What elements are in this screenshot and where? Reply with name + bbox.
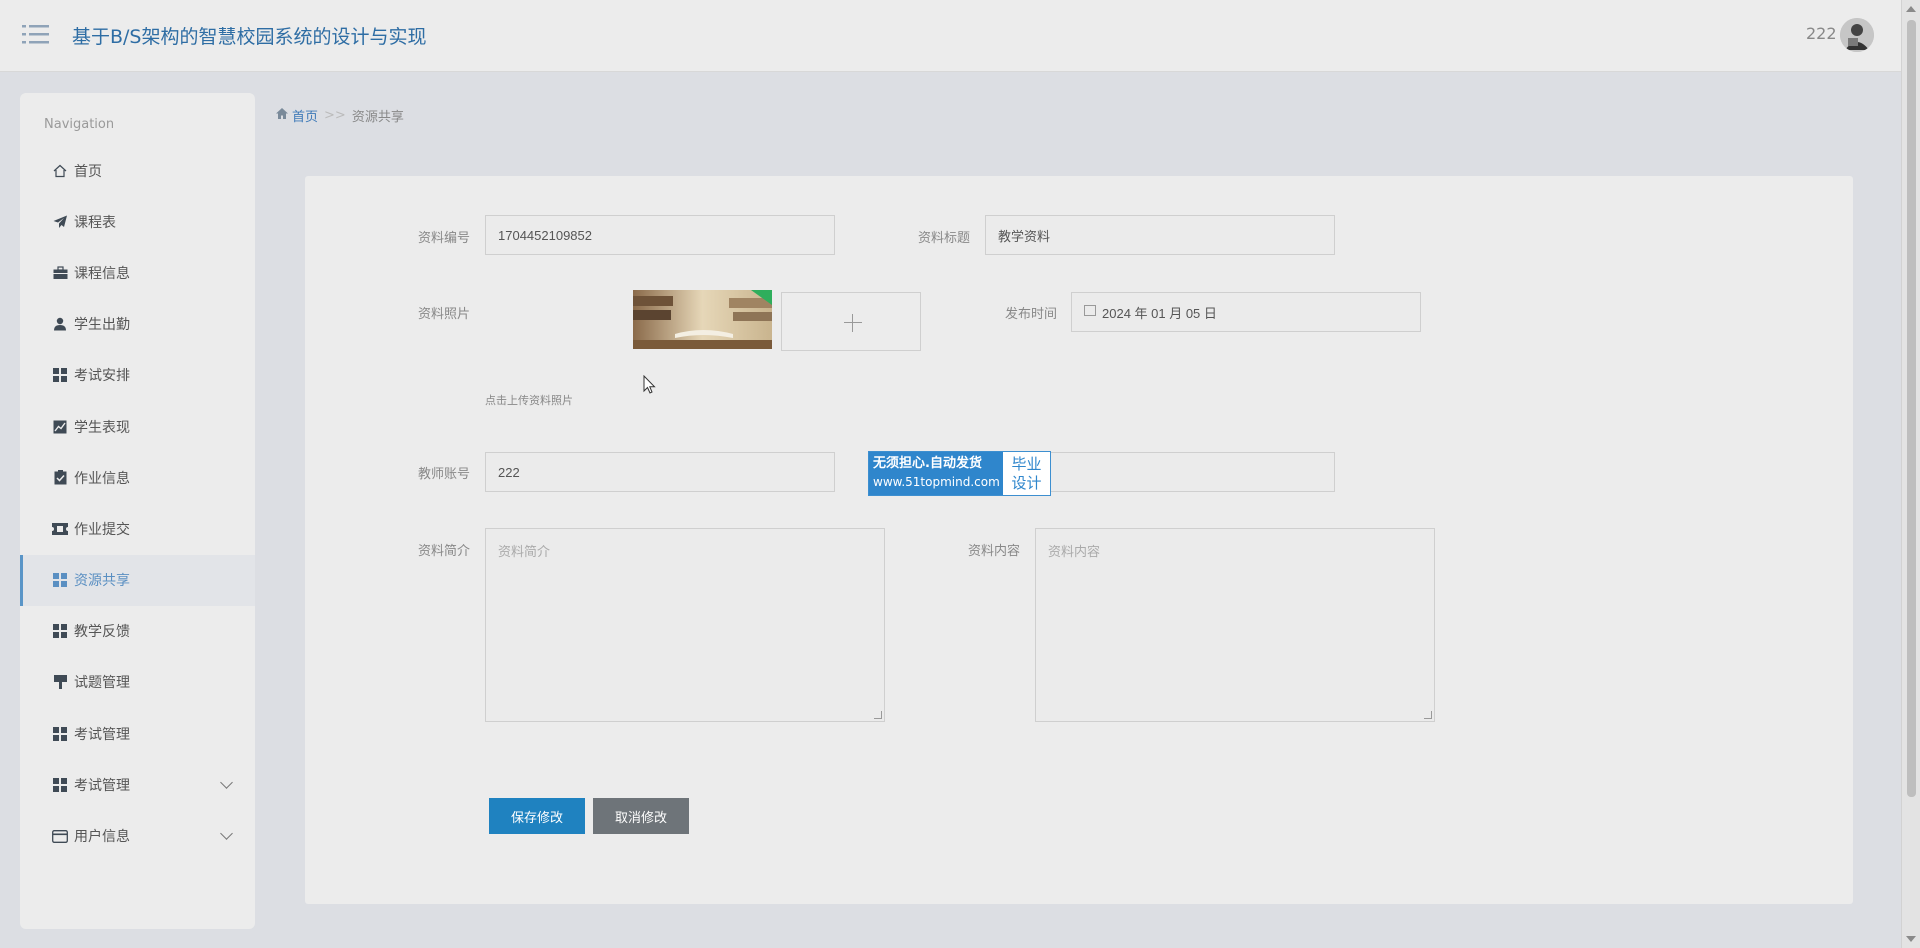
save-button[interactable]: 保存修改 [489, 798, 585, 834]
app-title: 基于B/S架构的智慧校园系统的设计与实现 [72, 26, 427, 48]
breadcrumb-current: 资源共享 [351, 110, 404, 125]
resize-handle-icon[interactable] [874, 711, 882, 719]
grid-icon [52, 777, 68, 793]
breadcrumb: 首页 >> 资源共享 [276, 106, 404, 125]
podium-icon [52, 674, 68, 690]
nav-section-label: Navigation [44, 117, 115, 132]
sidebar-item-teaching-feedback[interactable]: 教学反馈 [20, 606, 255, 657]
sidebar-item-homework-submit[interactable]: 作业提交 [20, 503, 255, 554]
home-icon [52, 163, 68, 179]
publish-time-input[interactable]: 2024 年 01 月 05 日 [1071, 292, 1421, 332]
grid-icon [52, 726, 68, 742]
avatar[interactable] [1840, 18, 1874, 52]
publish-time-label: 发布时间 [1005, 307, 1058, 322]
top-header: 基于B/S架构的智慧校园系统的设计与实现 222 [0, 0, 1901, 72]
sidebar-item-label: 用户信息 [74, 829, 130, 846]
code-input[interactable]: 1704452109852 [485, 215, 835, 255]
ticket-icon [52, 521, 68, 537]
sidebar-item-exam-schedule[interactable]: 考试安排 [20, 350, 255, 401]
sidebar-item-label: 学生出勤 [74, 317, 130, 334]
sidebar-item-label: 课程信息 [74, 265, 130, 282]
home-icon [276, 108, 288, 123]
nav-list: 首页 课程表 课程信息 学生出勤 考试安排 学生表现 作业信息 作业提交 资源共… [20, 145, 255, 862]
sidebar-item-user-info[interactable]: 用户信息 [20, 810, 255, 861]
sidebar-item-performance[interactable]: 学生表现 [20, 401, 255, 452]
photo-upload-button[interactable] [781, 292, 921, 351]
sidebar-item-exam-management-group[interactable]: 考试管理 [20, 759, 255, 810]
resize-handle-icon[interactable] [1424, 711, 1432, 719]
resource-photo-thumbnail[interactable] [633, 290, 772, 349]
card-icon [52, 828, 68, 844]
sidebar-item-label: 考试安排 [74, 368, 130, 385]
watermark-badge: 无须担心.自动发货 www.51topmind.com 毕业设计 [868, 451, 1051, 496]
paper-plane-icon [52, 214, 68, 230]
sidebar-item-homework-info[interactable]: 作业信息 [20, 452, 255, 503]
sidebar-item-label: 教学反馈 [74, 624, 130, 641]
intro-label: 资料简介 [418, 544, 471, 559]
intro-textarea[interactable]: 资料简介 [485, 528, 885, 722]
sidebar-item-label: 考试管理 [74, 777, 130, 794]
breadcrumb-separator: >> [324, 108, 346, 123]
sidebar: Navigation 首页 课程表 课程信息 学生出勤 考试安排 学生表现 作业… [20, 93, 255, 929]
breadcrumb-home-link[interactable]: 首页 [292, 106, 318, 125]
watermark-url: www.51topmind.com [873, 475, 1000, 489]
sidebar-item-label: 作业提交 [74, 521, 130, 538]
sidebar-item-attendance[interactable]: 学生出勤 [20, 299, 255, 350]
sidebar-item-home[interactable]: 首页 [20, 145, 255, 196]
sidebar-item-resource-share[interactable]: 资源共享 [20, 554, 255, 606]
user-name[interactable]: 222 [1806, 24, 1837, 43]
sidebar-item-label: 课程表 [74, 214, 116, 231]
clipboard-check-icon [52, 470, 68, 486]
chevron-down-icon[interactable] [220, 827, 233, 841]
plus-icon [844, 322, 862, 323]
scroll-thumb[interactable] [1907, 20, 1916, 797]
teacher-account-input[interactable]: 222 [485, 452, 835, 492]
mouse-cursor-icon [643, 374, 657, 399]
title-input[interactable]: 教学资料 [985, 215, 1335, 255]
photo-label: 资料照片 [418, 307, 471, 322]
intro-placeholder: 资料简介 [498, 545, 551, 560]
grid-icon [52, 572, 68, 588]
menu-toggle-icon[interactable] [22, 22, 50, 46]
watermark-text: 无须担心.自动发货 [873, 456, 982, 471]
content-label: 资料内容 [968, 544, 1021, 559]
sidebar-item-exam-management[interactable]: 考试管理 [20, 708, 255, 759]
line-chart-icon [52, 419, 68, 435]
cancel-button[interactable]: 取消修改 [593, 798, 689, 834]
user-icon [52, 316, 68, 332]
chevron-down-icon[interactable] [220, 776, 233, 790]
sidebar-item-course-info[interactable]: 课程信息 [20, 247, 255, 298]
sidebar-item-question-management[interactable]: 试题管理 [20, 657, 255, 708]
code-label: 资料编号 [418, 231, 471, 246]
photo-upload-hint: 点击上传资料照片 [485, 394, 573, 407]
sidebar-item-schedule[interactable]: 课程表 [20, 196, 255, 247]
teacher-account-label: 教师账号 [418, 467, 471, 482]
grid-icon [52, 367, 68, 383]
sidebar-item-label: 考试管理 [74, 726, 130, 743]
briefcase-icon [52, 265, 68, 281]
scroll-up-arrow-icon[interactable] [1906, 6, 1916, 12]
scroll-down-arrow-icon[interactable] [1906, 936, 1916, 942]
sidebar-item-label: 学生表现 [74, 419, 130, 436]
title-label: 资料标题 [918, 231, 971, 246]
content-textarea[interactable]: 资料内容 [1035, 528, 1435, 722]
vertical-scrollbar[interactable] [1901, 0, 1920, 948]
watermark-badge-text: 毕业设计 [1003, 452, 1050, 495]
calendar-icon [1084, 304, 1096, 316]
sidebar-item-label: 资源共享 [74, 573, 130, 590]
grid-icon [52, 623, 68, 639]
sidebar-item-label: 首页 [74, 163, 102, 180]
sidebar-item-label: 作业信息 [74, 470, 130, 487]
sidebar-item-label: 试题管理 [74, 675, 130, 692]
publish-time-value: 2024 年 01 月 05 日 [1102, 305, 1217, 321]
content-placeholder: 资料内容 [1048, 545, 1101, 560]
